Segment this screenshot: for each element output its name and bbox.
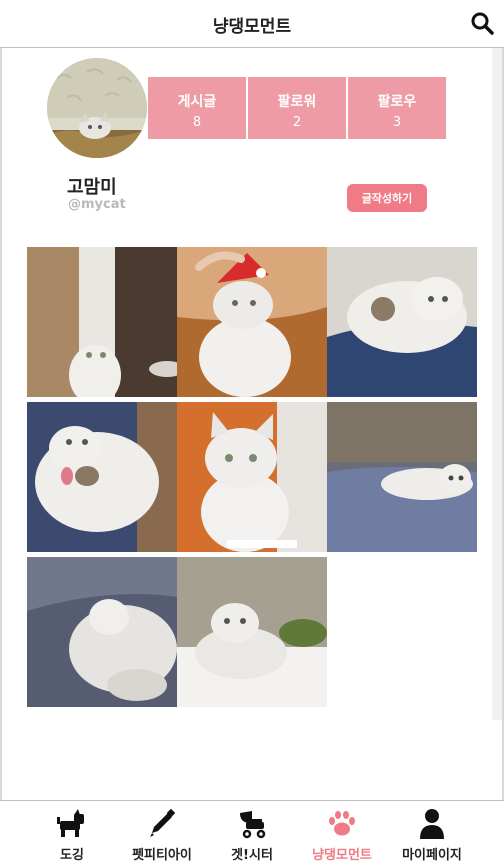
nav-item-moment[interactable]: 냥댕모먼트 [292, 801, 392, 865]
profile-handle: @mycat [68, 197, 126, 212]
bottom-nav: 도깅 펫피티아이 겟!시터 냥댕모먼트 마이페이지 [0, 800, 504, 865]
page-title: 냥댕모먼트 [212, 17, 292, 37]
dog-icon [56, 807, 88, 839]
stroller-icon [236, 807, 268, 839]
stat-label: 팔로워 [277, 94, 317, 110]
stat-label: 게시글 [177, 94, 217, 110]
paw-icon [326, 807, 358, 839]
post-photo-8[interactable] [177, 557, 327, 707]
post-photo-5[interactable] [177, 402, 327, 552]
nav-item-mypage[interactable]: 마이페이지 [382, 801, 482, 865]
post-photo-7[interactable] [27, 557, 177, 707]
nav-label: 펫피티아이 [132, 848, 192, 863]
top-header: 냥댕모먼트 [0, 0, 504, 48]
pencil-icon [146, 807, 178, 839]
scrollbar[interactable] [492, 48, 502, 720]
post-photo-3[interactable] [327, 247, 477, 397]
nav-item-doging[interactable]: 도깅 [22, 801, 122, 865]
stat-label: 팔로우 [377, 94, 417, 110]
stat-value: 3 [392, 115, 402, 130]
nav-item-getsitter[interactable]: 겟!시터 [202, 801, 302, 865]
post-photo-4[interactable] [27, 402, 177, 552]
write-post-button[interactable]: 글작성하기 [347, 184, 427, 212]
user-icon [416, 807, 448, 839]
stat-following[interactable]: 팔로우 3 [348, 77, 446, 139]
avatar [47, 58, 147, 158]
nav-label: 마이페이지 [402, 848, 462, 863]
post-photo-1[interactable] [27, 247, 177, 397]
stat-value: 2 [292, 115, 302, 130]
stat-value: 8 [192, 115, 202, 130]
profile-name: 고맘미 [67, 177, 117, 198]
nav-item-petpti[interactable]: 펫피티아이 [112, 801, 212, 865]
post-photo-2[interactable] [177, 247, 327, 397]
stat-posts[interactable]: 게시글 8 [148, 77, 246, 139]
post-photo-6[interactable] [327, 402, 477, 552]
nav-label: 겟!시터 [231, 848, 273, 863]
search-icon[interactable] [470, 11, 494, 35]
nav-label: 냥댕모먼트 [312, 848, 372, 863]
nav-label: 도깅 [60, 848, 84, 863]
stat-followers[interactable]: 팔로워 2 [248, 77, 346, 139]
